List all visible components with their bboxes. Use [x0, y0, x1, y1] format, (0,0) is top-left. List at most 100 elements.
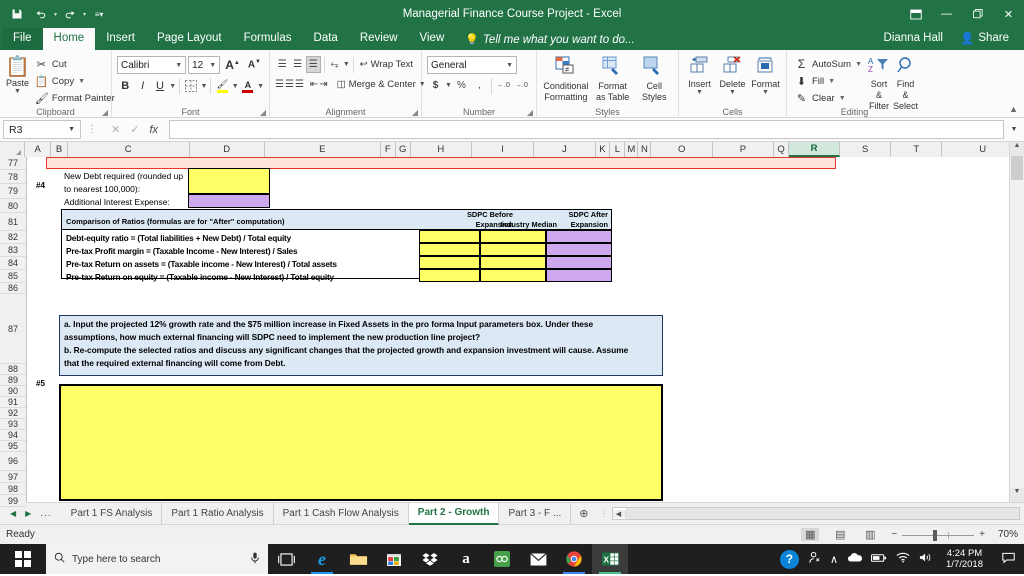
column-header-N[interactable]: N [638, 142, 652, 157]
tab-page-layout[interactable]: Page Layout [146, 28, 233, 50]
enter-formula-icon[interactable]: ✓ [130, 123, 139, 136]
column-header-O[interactable]: O [651, 142, 713, 157]
fill-color-chevron-down-icon[interactable]: ▼ [232, 83, 239, 90]
column-header-B[interactable]: B [51, 142, 68, 157]
fill-button[interactable]: ⬇ Fill ▼ [792, 73, 865, 89]
cell-new-debt-label-line1[interactable]: New Debt required (rounded up [64, 171, 183, 181]
help-icon[interactable]: ? [779, 549, 799, 569]
format-cells-button[interactable]: Format ▼ [750, 54, 781, 96]
column-header-G[interactable]: G [395, 142, 411, 157]
percent-style-button[interactable]: % [453, 77, 470, 94]
format-as-table-button[interactable]: Format as Table [594, 54, 632, 103]
orientation-chevron-down-icon[interactable]: ▼ [343, 61, 350, 68]
underline-chevron-down-icon[interactable]: ▼ [169, 83, 176, 90]
insert-chevron-down-icon[interactable]: ▼ [696, 89, 703, 96]
comma-style-button[interactable]: , [471, 77, 488, 94]
ratio-row-debt-equity[interactable]: Debt-equity ratio = (Total liabilities +… [66, 233, 291, 243]
cell-ratio-median-4[interactable] [480, 269, 546, 282]
name-box-chevron-down-icon[interactable]: ▼ [68, 126, 75, 133]
chrome-icon[interactable] [556, 544, 592, 574]
row-header-87[interactable]: 87 [0, 294, 26, 364]
search-input[interactable]: Type here to search [46, 544, 268, 574]
sheet-canvas[interactable]: #4 New Debt required (rounded up to near… [27, 157, 1024, 502]
insert-function-icon[interactable]: fx [149, 124, 158, 136]
decrease-font-size-button[interactable]: A▼ [245, 59, 264, 70]
people-icon[interactable] [808, 551, 821, 567]
row-header-77[interactable]: 77 [0, 157, 26, 170]
row-header-85[interactable]: 85 [0, 270, 26, 283]
cell-ratio-after-1[interactable] [546, 230, 612, 243]
autosum-button[interactable]: Σ AutoSum ▼ [792, 56, 865, 72]
fill-color-button[interactable]: 🖌 [214, 77, 230, 95]
cancel-formula-icon[interactable]: ✕ [111, 123, 120, 136]
chevron-up-icon[interactable]: ∧ [830, 553, 838, 566]
cell-ratio-before-1[interactable] [419, 230, 480, 243]
decrease-decimal-button[interactable]: →.0 [513, 77, 530, 94]
column-header-R[interactable]: R [789, 142, 841, 157]
cell-additional-interest-input[interactable] [188, 194, 270, 208]
tab-data[interactable]: Data [303, 28, 349, 50]
cell-ratio-after-2[interactable] [546, 243, 612, 256]
delete-cells-button[interactable]: Delete ▼ [717, 54, 748, 96]
column-header-A[interactable]: A [25, 142, 52, 157]
view-page-break-preview-button[interactable]: ▥ [861, 528, 879, 541]
task-view-icon[interactable] [268, 544, 304, 574]
zoom-slider[interactable] [902, 529, 975, 541]
zoom-out-button[interactable]: − [891, 529, 897, 540]
wifi-icon[interactable] [896, 552, 910, 566]
merged-pink-band-row77[interactable] [46, 157, 836, 169]
increase-font-size-button[interactable]: A▲ [222, 58, 243, 72]
select-all-button[interactable] [0, 142, 26, 157]
cell-ratio-before-3[interactable] [419, 256, 480, 269]
volume-icon[interactable] [919, 552, 933, 566]
column-header-Q[interactable]: Q [774, 142, 790, 157]
row-header-83[interactable]: 83 [0, 244, 26, 257]
vertical-scrollbar[interactable]: ▲ ▼ [1009, 142, 1024, 502]
ratio-row-pretax-return-on-assets[interactable]: Pre-tax Return on assets = (Taxable inco… [66, 259, 337, 269]
delete-chevron-down-icon[interactable]: ▼ [729, 89, 736, 96]
accounting-chevron-down-icon[interactable]: ▼ [445, 82, 452, 89]
sheet-tab-part-1-fs-analysis[interactable]: Part 1 FS Analysis [62, 502, 163, 525]
increase-indent-button[interactable]: ⇥ [319, 76, 327, 93]
increase-decimal-button[interactable]: ←.0 [495, 77, 512, 94]
borders-button[interactable] [183, 77, 199, 95]
close-button[interactable]: ✕ [993, 0, 1024, 28]
cut-button[interactable]: ✂ Cut [32, 56, 118, 72]
undo-icon[interactable] [30, 3, 52, 25]
column-header-T[interactable]: T [891, 142, 943, 157]
row-header-78[interactable]: 78 [0, 170, 26, 184]
row-header-97[interactable]: 97 [0, 471, 26, 483]
font-name-box[interactable]: Calibri ▼ [117, 56, 187, 74]
tab-view[interactable]: View [409, 28, 456, 50]
microsoft-store-icon[interactable] [376, 544, 412, 574]
cell-question-4-marker[interactable]: #4 [36, 181, 45, 191]
sheet-tab-part-2-growth[interactable]: Part 2 - Growth [408, 502, 500, 525]
clear-button[interactable]: ✎ Clear ▼ [792, 90, 865, 106]
decrease-indent-button[interactable]: ⇤ [310, 76, 318, 93]
start-button[interactable] [0, 544, 46, 574]
file-explorer-icon[interactable] [340, 544, 376, 574]
find-and-select-button[interactable]: Find & Select [893, 54, 918, 112]
font-dialog-launcher-icon[interactable]: ◢ [260, 108, 266, 117]
sheet-nav-previous-icon[interactable]: ◀ [10, 509, 16, 518]
align-top-button[interactable]: ☰ [275, 56, 289, 73]
clear-chevron-down-icon[interactable]: ▼ [839, 95, 846, 102]
ratio-row-pretax-profit-margin[interactable]: Pre-tax Profit margin = (Taxable Income … [66, 246, 298, 256]
copy-button[interactable]: 📋 Copy ▼ [32, 73, 118, 89]
row-header-99[interactable]: 99 [0, 495, 26, 507]
amazon-icon[interactable]: a [448, 544, 484, 574]
align-bottom-button[interactable]: ☰ [305, 56, 321, 73]
sort-and-filter-button[interactable]: AZ Sort & Filter [868, 54, 890, 112]
share-button[interactable]: 👤 Share [953, 29, 1016, 47]
column-header-H[interactable]: H [410, 142, 472, 157]
edge-icon[interactable]: e [304, 544, 340, 574]
accounting-format-button[interactable]: $ [427, 77, 444, 94]
fill-chevron-down-icon[interactable]: ▼ [828, 78, 835, 85]
horizontal-scrollbar-thumb[interactable] [625, 508, 1019, 519]
row-header-93[interactable]: 93 [0, 419, 26, 430]
font-name-chevron-down-icon[interactable]: ▼ [169, 62, 182, 69]
font-color-button[interactable]: A [240, 77, 256, 95]
autosum-chevron-down-icon[interactable]: ▼ [855, 61, 862, 68]
cell-styles-button[interactable]: Cell Styles [635, 54, 673, 103]
scroll-up-arrow-icon[interactable]: ▲ [1010, 142, 1024, 156]
